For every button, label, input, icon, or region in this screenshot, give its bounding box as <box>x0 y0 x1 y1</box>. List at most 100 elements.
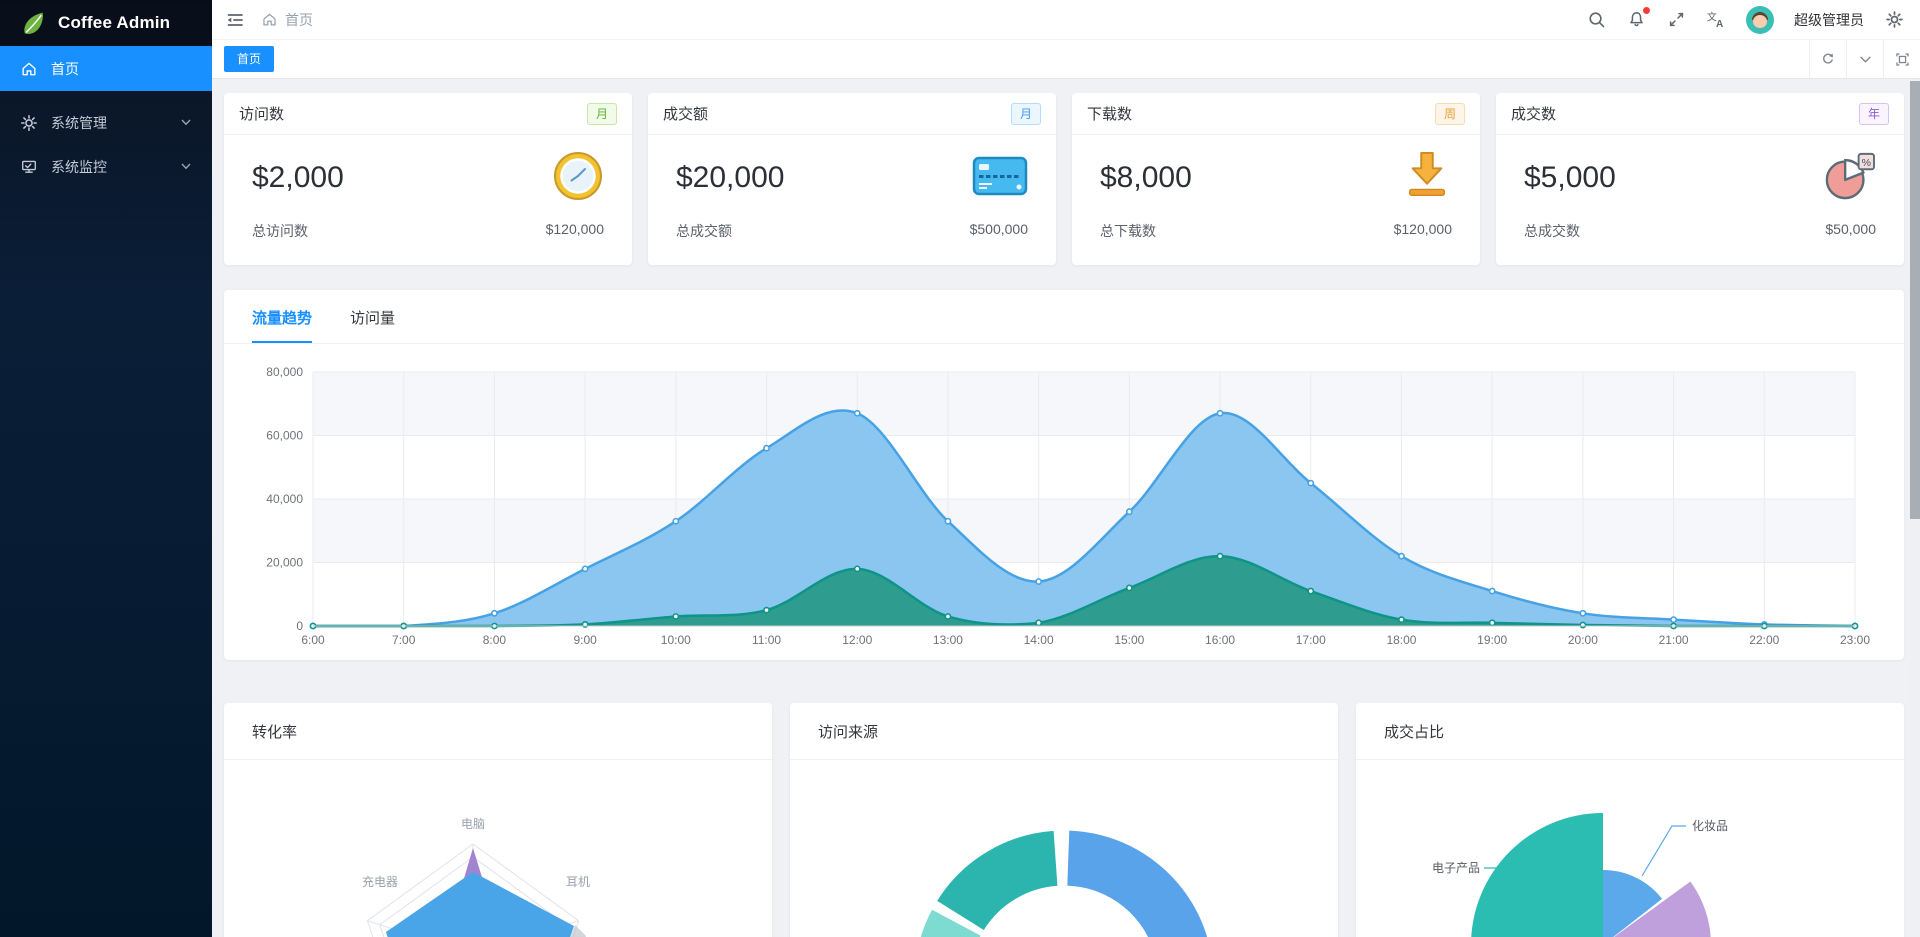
stat-footer-label: 总成交额 <box>676 223 732 239</box>
stat-card-header: 下载数 周 <box>1072 93 1480 135</box>
tab-home[interactable]: 首页 <box>224 46 275 72</box>
app-title: Coffee Admin <box>58 13 171 32</box>
svg-text:9:00: 9:00 <box>573 633 597 647</box>
card-title: 转化率 <box>252 723 298 741</box>
coffee-leaf-logo-icon <box>24 12 43 34</box>
svg-text:20:00: 20:00 <box>1568 633 1598 647</box>
card-title-bar: 转化率 <box>224 703 772 760</box>
deal-share-pie-chart: 电子产品 化妆品 <box>1432 813 1728 937</box>
svg-text:8:00: 8:00 <box>483 633 507 647</box>
period-badge: 周 <box>1434 102 1465 125</box>
radar-axis-label: 耳机 <box>566 875 590 889</box>
notification-dot <box>1643 6 1650 14</box>
trend-tabs: 流量趋势 访问量 <box>224 290 1904 344</box>
svg-text:10:00: 10:00 <box>661 633 691 647</box>
svg-text:18:00: 18:00 <box>1386 633 1416 647</box>
conversion-rate-card: 转化率 电脑 充电器 耳机 <box>224 703 772 937</box>
stat-card-body: $5,000 % <box>1496 135 1904 221</box>
menu-fold-button[interactable] <box>225 10 245 30</box>
sidebar-item-label: 首页 <box>51 60 79 77</box>
stat-card-body: $8,000 <box>1072 135 1480 221</box>
traffic-trend-chart: 6:00 7:00 8:00 9:00 10:00 11:00 12:00 13:00 14:0… <box>266 365 1870 647</box>
pie-label-cosmetics: 化妆品 <box>1692 819 1728 833</box>
search-icon[interactable] <box>1586 10 1606 30</box>
tab-dropdown-button[interactable] <box>1846 40 1883 78</box>
radar-axis-label: 电脑 <box>461 817 485 831</box>
page-tabbar: 首页 <box>212 40 1920 79</box>
svg-text:13:00: 13:00 <box>933 633 963 647</box>
stat-card-body: $2,000 <box>224 135 632 221</box>
period-badge: 月 <box>586 102 617 125</box>
svg-text:0: 0 <box>296 619 303 633</box>
stat-card-footer: 总下载数 $120,000 <box>1072 221 1480 241</box>
stat-card-header: 成交数 年 <box>1496 93 1904 135</box>
sidebar: Coffee Admin 首页 系统管理 系统监控 <box>0 0 212 937</box>
top-navbar: 首页 文 A 超级管理员 <box>212 0 1920 40</box>
stat-value: $5,000 <box>1524 161 1616 194</box>
settings-gear-icon[interactable] <box>1884 10 1904 30</box>
stat-card-title: 访问数 <box>239 106 285 123</box>
sidebar-item-system-monitor[interactable]: 系统监控 <box>0 145 212 189</box>
fullscreen-icon[interactable] <box>1666 10 1686 30</box>
tab-controls <box>1809 40 1920 78</box>
svg-text:A: A <box>1716 19 1723 30</box>
stat-card-deals: 成交数 年 $5,000 % 总成交数 $50,000 <box>1496 93 1904 265</box>
notification-bell-icon[interactable] <box>1626 6 1650 30</box>
svg-text:20,000: 20,000 <box>266 556 303 570</box>
stat-card-downloads: 下载数 周 $8,000 总下载数 $120,000 <box>1072 93 1480 265</box>
traffic-trend-card: 流量趋势 访问量 6:00 7:00 8:00 9:00 10:00 11:00 12:00… <box>224 290 1904 660</box>
page-scrollbar-track[interactable] <box>1910 79 1920 937</box>
svg-text:23:00: 23:00 <box>1840 633 1870 647</box>
maximize-button[interactable] <box>1883 40 1920 78</box>
translate-icon[interactable]: 文 A <box>1706 10 1726 30</box>
sidebar-item-label: 系统监控 <box>51 159 107 175</box>
chevron-down-icon <box>180 159 192 175</box>
refresh-button[interactable] <box>1809 40 1846 78</box>
visit-source-card: 访问来源 <box>790 703 1338 937</box>
svg-text:40,000: 40,000 <box>266 492 303 506</box>
tab-traffic-trend[interactable]: 流量趋势 <box>252 307 313 343</box>
svg-text:14:00: 14:00 <box>1024 633 1054 647</box>
card-title-bar: 访问来源 <box>790 703 1338 760</box>
card-title-bar: 成交占比 <box>1356 703 1904 760</box>
stat-card-title: 成交额 <box>663 106 709 123</box>
stat-footer-label: 总下载数 <box>1100 223 1156 239</box>
navbar-right: 文 A 超级管理员 <box>1586 5 1920 34</box>
sidebar-item-home[interactable]: 首页 <box>0 46 212 91</box>
deal-share-card: 成交占比 电子产品 化妆品 <box>1356 703 1904 937</box>
bank-card-icon <box>972 154 1028 203</box>
sidebar-item-label: 系统管理 <box>51 115 107 131</box>
svg-text:7:00: 7:00 <box>392 633 416 647</box>
stat-value: $2,000 <box>252 161 344 194</box>
visit-source-donut-chart <box>920 830 1208 937</box>
tab-visit-volume[interactable]: 访问量 <box>350 307 395 343</box>
svg-text:19:00: 19:00 <box>1477 633 1507 647</box>
radar-axis-label: 充电器 <box>362 874 398 889</box>
stat-card-header: 成交额 月 <box>648 93 1056 135</box>
stat-card-title: 成交数 <box>1511 106 1557 123</box>
user-avatar[interactable] <box>1746 5 1774 34</box>
home-icon <box>22 62 36 75</box>
avatar-face <box>1753 14 1767 28</box>
svg-text:11:00: 11:00 <box>752 633 781 647</box>
period-badge: 月 <box>1010 102 1041 125</box>
svg-text:80,000: 80,000 <box>266 365 303 379</box>
svg-text:60,000: 60,000 <box>266 429 303 443</box>
sidebar-item-system-management[interactable]: 系统管理 <box>0 101 212 145</box>
svg-text:21:00: 21:00 <box>1659 633 1689 647</box>
page-scrollbar-thumb[interactable] <box>1910 81 1920 519</box>
breadcrumb[interactable]: 首页 <box>261 10 313 30</box>
chevron-down-icon <box>180 115 192 131</box>
stat-footer-value: $120,000 <box>1393 221 1452 237</box>
stat-value: $20,000 <box>676 161 785 194</box>
logo[interactable]: Coffee Admin <box>0 0 212 46</box>
username-label[interactable]: 超级管理员 <box>1794 10 1864 30</box>
svg-text:16:00: 16:00 <box>1205 633 1235 647</box>
card-title: 成交占比 <box>1384 723 1445 741</box>
svg-text:%: % <box>1862 156 1872 168</box>
stat-card-footer: 总成交额 $500,000 <box>648 221 1056 241</box>
sidebar-menu: 首页 系统管理 系统监控 <box>0 46 212 189</box>
card-title: 访问来源 <box>818 723 879 741</box>
stat-card-header: 访问数 月 <box>224 93 632 135</box>
svg-text:15:00: 15:00 <box>1114 633 1144 647</box>
